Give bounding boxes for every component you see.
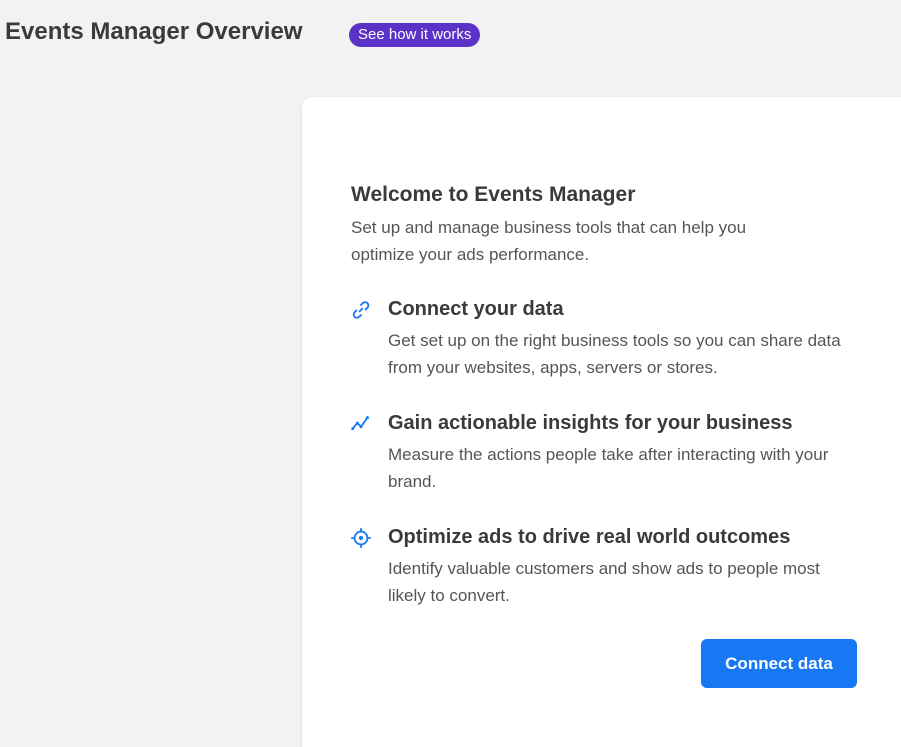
feature-description: Measure the actions people take after in… <box>388 445 829 491</box>
feature-title: Connect your data <box>388 298 564 320</box>
feature-description: Get set up on the right business tools s… <box>388 331 841 377</box>
events-manager-overview-page: Events Manager Overview See how it works… <box>0 0 901 747</box>
feature-title: Optimize ads to drive real world outcome… <box>388 526 791 548</box>
target-icon <box>350 527 372 549</box>
feature-description: Identify valuable customers and show ads… <box>388 559 820 605</box>
feature-title: Gain actionable insights for your busine… <box>388 412 793 434</box>
link-icon <box>352 301 370 319</box>
welcome-description: Set up and manage business tools that ca… <box>351 218 747 264</box>
page-title: Events Manager Overview <box>5 18 303 45</box>
welcome-title: Welcome to Events Manager <box>351 183 636 206</box>
connect-data-button[interactable]: Connect data <box>701 639 857 688</box>
welcome-card: Welcome to Events Manager Set up and man… <box>302 97 901 747</box>
chart-trend-icon <box>351 416 369 431</box>
see-how-it-works-button[interactable]: See how it works <box>349 23 481 47</box>
